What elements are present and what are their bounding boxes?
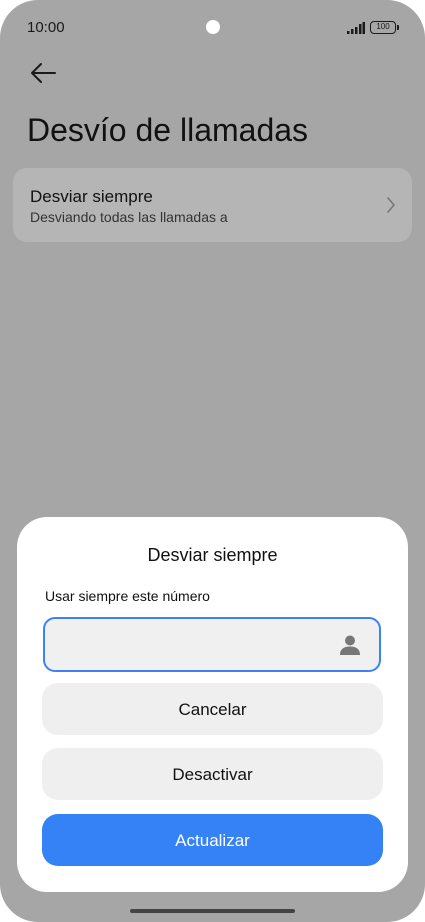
number-field[interactable]: [43, 617, 381, 672]
back-arrow-icon[interactable]: [28, 60, 58, 86]
cancel-button[interactable]: Cancelar: [42, 683, 383, 735]
number-input[interactable]: [59, 619, 333, 672]
forward-always-setting[interactable]: Desviar siempre Desviando todas las llam…: [13, 168, 412, 242]
dialog-title: Desviar siempre: [147, 545, 278, 565]
status-bar: 10:00 100: [0, 0, 425, 56]
update-button[interactable]: Actualizar: [42, 814, 383, 866]
status-time: 10:00: [27, 19, 65, 36]
chevron-right-icon: [387, 197, 395, 213]
contact-icon[interactable]: [339, 634, 361, 656]
page-title: Desvío de llamadas: [27, 112, 309, 148]
setting-subtitle: Desviando todas las llamadas a: [30, 209, 228, 225]
home-indicator[interactable]: [130, 909, 295, 913]
phone-screen: 10:00 100 Desvío de llamadas Desviar sie…: [0, 0, 425, 922]
camera-cutout: [206, 20, 220, 34]
battery-icon: 100: [370, 21, 399, 34]
signal-icon: [347, 22, 365, 34]
number-field-label: Usar siempre este número: [45, 588, 210, 604]
deactivate-button[interactable]: Desactivar: [42, 748, 383, 800]
setting-title: Desviar siempre: [30, 187, 153, 206]
forward-dialog: Desviar siempre Usar siempre este número…: [17, 517, 408, 892]
